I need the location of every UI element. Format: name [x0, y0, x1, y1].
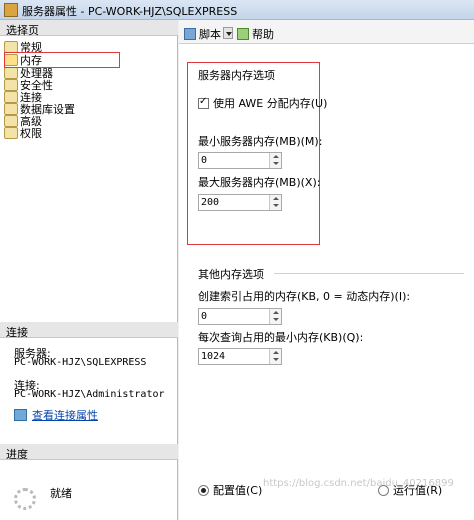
script-button[interactable]: 脚本: [184, 26, 221, 42]
progress-heading: 进度: [0, 444, 178, 461]
max-server-memory-stepper[interactable]: [198, 194, 282, 211]
radio-icon: [198, 485, 209, 496]
left-pane: 选择页 常规 内存 处理器 安全性 连接 数据库设置 高级 权限 连接 服务器:…: [0, 20, 178, 520]
select-page-heading: 选择页: [0, 20, 178, 37]
index-memory-label: 创建索引占用的内存(KB, 0 = 动态内存)(I):: [198, 290, 411, 303]
script-icon: [184, 28, 196, 40]
index-memory-input[interactable]: [199, 309, 269, 324]
min-server-memory-stepper[interactable]: [198, 152, 282, 169]
help-button[interactable]: 帮助: [237, 26, 274, 42]
max-server-memory-input[interactable]: [199, 195, 269, 210]
min-server-memory-label: 最小服务器内存(MB)(M):: [198, 135, 323, 148]
progress-status: 就绪: [50, 487, 72, 500]
min-query-memory-input[interactable]: [199, 349, 269, 364]
page-icon: [4, 127, 18, 139]
min-query-memory-label: 每次查询占用的最小内存(KB)(Q):: [198, 331, 364, 344]
properties-icon: [14, 409, 27, 421]
stepper-arrows[interactable]: [269, 195, 281, 210]
awe-checkbox[interactable]: 使用 AWE 分配内存(U): [198, 95, 327, 111]
title-bar: 服务器属性 - PC-WORK-HJZ\SQLEXPRESS: [0, 0, 474, 20]
right-pane: 脚本 帮助 服务器内存选项 使用 AWE 分配内存(U) 最小服务器内存(MB)…: [179, 20, 474, 520]
max-server-memory-label: 最大服务器内存(MB)(X):: [198, 176, 321, 189]
page-general[interactable]: 常规: [4, 39, 42, 54]
stepper-arrows[interactable]: [269, 309, 281, 324]
config-value-radio[interactable]: 配置值(C): [198, 482, 262, 498]
index-memory-stepper[interactable]: [198, 308, 282, 325]
stepper-arrows[interactable]: [269, 153, 281, 168]
group-divider: [274, 273, 464, 274]
help-icon: [237, 28, 249, 40]
radio-icon: [378, 485, 389, 496]
page-permissions[interactable]: 权限: [4, 125, 42, 140]
server-value: PC-WORK-HJZ\SQLEXPRESS: [14, 357, 147, 368]
progress-spinner-icon: [14, 488, 36, 510]
toolbar: 脚本 帮助: [179, 20, 474, 44]
other-memory-group-title: 其他内存选项: [198, 268, 264, 281]
view-connection-properties-link[interactable]: 查看连接属性: [14, 407, 98, 423]
running-value-radio[interactable]: 运行值(R): [378, 482, 442, 498]
connection-heading: 连接: [0, 322, 178, 339]
min-query-memory-stepper[interactable]: [198, 348, 282, 365]
server-properties-icon: [4, 3, 18, 17]
selected-page-highlight: [4, 52, 120, 68]
connection-value: PC-WORK-HJZ\Administrator: [14, 389, 165, 400]
server-memory-group-title: 服务器内存选项: [198, 69, 275, 82]
window-title: 服务器属性 - PC-WORK-HJZ\SQLEXPRESS: [22, 5, 238, 18]
stepper-arrows[interactable]: [269, 349, 281, 364]
min-server-memory-input[interactable]: [199, 153, 269, 168]
script-dropdown-chevron-down-icon[interactable]: [223, 27, 233, 39]
checkbox-check-icon: [198, 96, 209, 109]
